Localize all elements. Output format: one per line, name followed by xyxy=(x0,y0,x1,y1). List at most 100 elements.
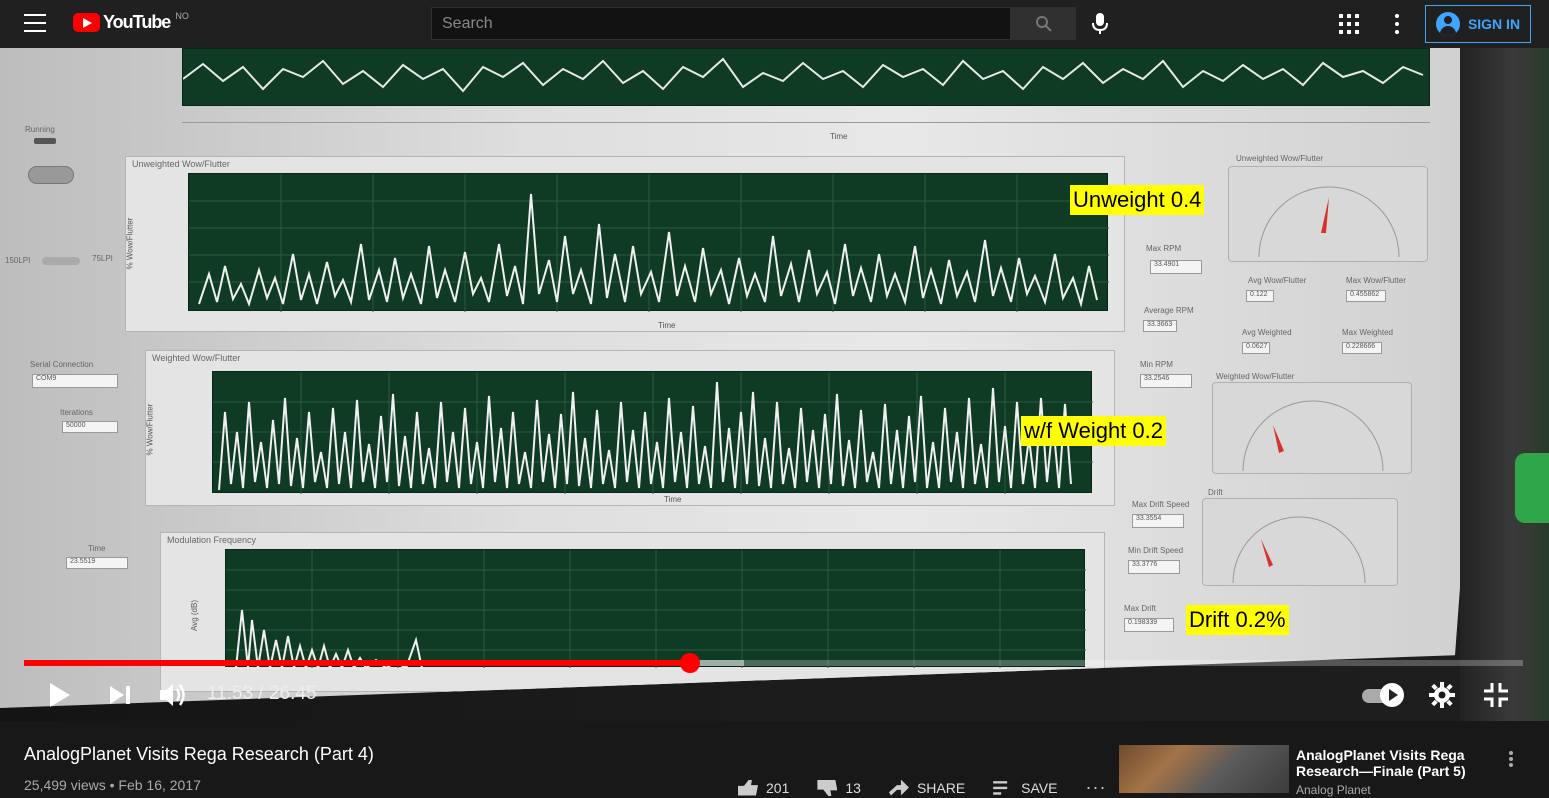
recommended-more-icon[interactable] xyxy=(1509,751,1513,767)
gauge-drift-label: Drift xyxy=(1208,488,1223,497)
avg-wow-label: Avg Wow/Flutter xyxy=(1248,276,1307,285)
youtube-play-icon xyxy=(73,13,100,32)
gauge-weighted-dial xyxy=(1242,400,1384,472)
iterations-field: 50000 xyxy=(62,421,118,433)
max-weighted-label: Max Weighted xyxy=(1342,328,1393,337)
unweighted-ylabel: % Wow/Flutter xyxy=(125,217,135,270)
gauge-drift-dial xyxy=(1232,516,1366,584)
avg-rpm-label: Average RPM xyxy=(1144,306,1194,315)
video-meta: 25,499 views • Feb 16, 2017 xyxy=(24,777,201,793)
time-display: 11:53 / 26:45 xyxy=(207,683,317,704)
annotation-drift: Drift 0.2% xyxy=(1186,605,1289,635)
play-button[interactable] xyxy=(48,680,74,710)
like-button[interactable]: 201 xyxy=(738,779,790,796)
masthead: YouTube NO SIGN IN xyxy=(0,0,1549,48)
unweighted-trace xyxy=(189,174,1109,312)
video-player[interactable]: Time Running 150LPI 75LPI Serial Connect… xyxy=(0,48,1549,721)
rpm-plot xyxy=(182,48,1430,106)
played-bar xyxy=(24,660,690,666)
next-button[interactable] xyxy=(110,680,134,710)
search-input[interactable] xyxy=(431,7,1011,40)
gauge-weighted-label: Weighted Wow/Flutter xyxy=(1216,372,1295,381)
time-field: 23.5519 xyxy=(66,557,128,569)
menu-icon[interactable] xyxy=(24,14,46,32)
video-info: AnalogPlanet Visits Rega Research (Part … xyxy=(0,721,1549,797)
gauge-unweighted-label: Unweighted Wow/Flutter xyxy=(1236,154,1323,163)
annotation-weight: w/f Weight 0.2 xyxy=(1021,416,1166,446)
weighted-panel: Weighted Wow/Flutter % Wow/Flutter Time xyxy=(145,350,1115,506)
video-actions: 201 13 SHARE SAVE ··· xyxy=(738,777,1106,798)
gear-icon xyxy=(1429,682,1455,708)
avg-weighted-label: Avg Weighted xyxy=(1242,328,1292,337)
avg-weighted-field: 0.0627 xyxy=(1242,342,1270,354)
modulation-trace xyxy=(226,550,1086,672)
autoplay-toggle[interactable] xyxy=(1362,683,1406,707)
weighted-plot xyxy=(212,371,1093,494)
autoplay-knob xyxy=(1380,683,1404,707)
search-bar xyxy=(431,7,1076,40)
video-frame-green-object xyxy=(1515,453,1549,523)
like-count: 201 xyxy=(766,779,790,796)
unweighted-panel: Unweighted Wow/Flutter % Wow/Flutter Tim… xyxy=(125,156,1125,332)
region-code: NO xyxy=(175,10,189,21)
gauge-weighted xyxy=(1212,382,1412,474)
modulation-ylabel: Avg (dB) xyxy=(189,600,199,631)
modulation-plot xyxy=(225,549,1086,672)
sign-in-button[interactable]: SIGN IN xyxy=(1425,5,1531,43)
max-drift-pct-field: 0.198339 xyxy=(1124,618,1174,632)
rpm-trace xyxy=(182,57,1424,93)
modulation-panel: Modulation Frequency Avg (dB) xyxy=(160,532,1105,692)
top-ticks xyxy=(182,122,1430,132)
share-label: SHARE xyxy=(916,779,966,796)
search-button[interactable] xyxy=(1011,7,1076,40)
max-rpm-label: Max RPM xyxy=(1146,244,1182,253)
dislike-button[interactable]: 13 xyxy=(817,779,861,796)
gauge-unweighted-dial xyxy=(1258,186,1400,258)
apps-grid-icon[interactable] xyxy=(1339,14,1359,34)
settings-more-icon[interactable] xyxy=(1394,14,1400,34)
thumbs-up-icon xyxy=(738,779,758,796)
share-button[interactable]: SHARE xyxy=(888,779,966,796)
max-wow-label: Max Wow/Flutter xyxy=(1346,276,1406,285)
serial-connection-label: Serial Connection xyxy=(30,360,94,369)
annotation-unweight: Unweight 0.4 xyxy=(1070,185,1205,215)
unweighted-xlabel: Time xyxy=(658,321,676,330)
max-wow-field: 0.455862 xyxy=(1346,290,1386,302)
recommended-title[interactable]: AnalogPlanet Visits Rega Research—Finale… xyxy=(1296,747,1486,779)
video-title: AnalogPlanet Visits Rega Research (Part … xyxy=(24,744,374,764)
max-drift-field: 33.3554 xyxy=(1132,514,1184,528)
min-rpm-field: 33.2546 xyxy=(1140,374,1192,388)
volume-button[interactable] xyxy=(158,680,190,710)
time-label: Time xyxy=(88,544,106,553)
toggle-switch xyxy=(28,166,74,184)
scrubber-handle[interactable] xyxy=(679,653,700,673)
recommended-channel: Analog Planet xyxy=(1296,783,1371,797)
save-button[interactable]: SAVE xyxy=(993,780,1057,796)
more-actions-icon[interactable]: ··· xyxy=(1085,777,1106,798)
save-label: SAVE xyxy=(1021,779,1058,796)
sign-in-label: SIGN IN xyxy=(1467,16,1521,32)
unweighted-plot xyxy=(188,173,1109,312)
volume-icon xyxy=(160,684,185,706)
youtube-logo[interactable]: YouTube NO xyxy=(73,10,189,33)
exit-fullscreen-button[interactable] xyxy=(1482,680,1510,710)
weighted-xlabel: Time xyxy=(664,495,682,504)
modulation-title: Modulation Frequency xyxy=(167,535,257,545)
settings-button[interactable] xyxy=(1428,680,1456,710)
weighted-trace xyxy=(213,372,1093,494)
min-rpm-label: Min RPM xyxy=(1140,360,1173,369)
max-drift-pct-label: Max Drift xyxy=(1124,604,1156,613)
recommended-video[interactable]: AnalogPlanet Visits Rega Research—Finale… xyxy=(1119,745,1529,797)
avg-rpm-field: 33.3663 xyxy=(1143,320,1177,332)
lpi-150-label: 150LPI xyxy=(5,256,31,265)
axis-time-top: Time xyxy=(830,132,848,141)
share-icon xyxy=(888,779,909,796)
logo-text: YouTube xyxy=(103,12,171,32)
video-frame-edge xyxy=(1460,48,1549,721)
microphone-icon[interactable] xyxy=(1090,12,1110,36)
progress-bar[interactable] xyxy=(24,653,1523,673)
recommended-thumbnail[interactable] xyxy=(1119,745,1289,793)
min-drift-label: Min Drift Speed xyxy=(1128,546,1184,555)
playlist-add-icon xyxy=(993,781,1008,795)
lpi-slider xyxy=(42,257,80,265)
